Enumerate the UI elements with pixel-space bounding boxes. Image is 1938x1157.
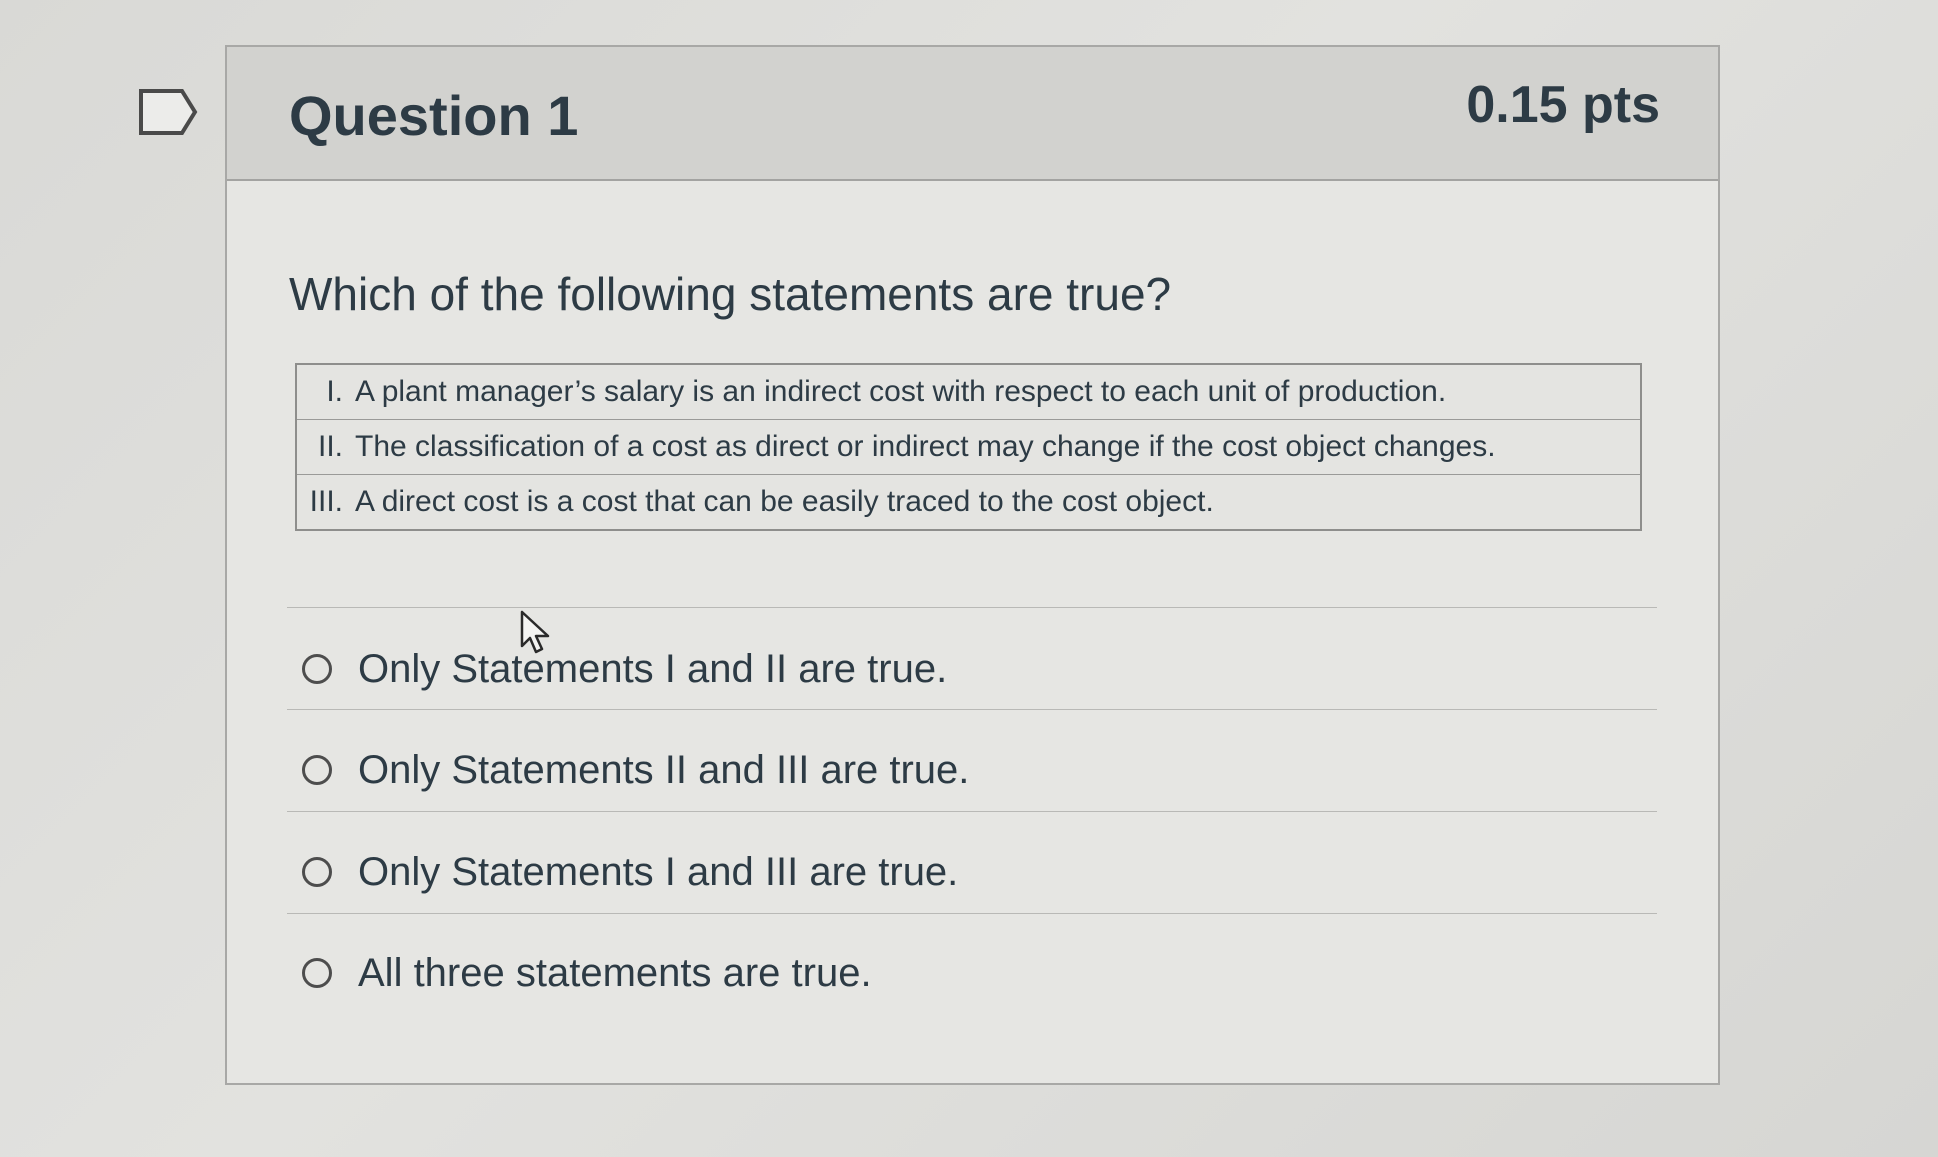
answer-option-4[interactable]: All three statements are true.	[302, 941, 872, 1005]
statement-text: A direct cost is a cost that can be easi…	[349, 474, 1642, 531]
answer-divider	[287, 811, 1657, 812]
question-header: Question 1 0.15 pts	[227, 47, 1718, 181]
answer-option-1[interactable]: Only Statements I and II are true.	[302, 637, 947, 701]
answer-label[interactable]: Only Statements I and III are true.	[358, 850, 958, 895]
question-card: Question 1 0.15 pts Which of the followi…	[225, 45, 1720, 1085]
statement-numeral: I.	[295, 363, 349, 420]
statement-row: I. A plant manager’s salary is an indire…	[295, 363, 1642, 420]
statements-table: I. A plant manager’s salary is an indire…	[295, 363, 1642, 531]
flag-question-icon[interactable]	[138, 88, 198, 136]
statement-row: II. The classification of a cost as dire…	[295, 419, 1642, 475]
answer-divider	[287, 709, 1657, 710]
radio-button[interactable]	[302, 857, 332, 887]
statement-row: III. A direct cost is a cost that can be…	[295, 474, 1642, 531]
answer-label[interactable]: Only Statements I and II are true.	[358, 647, 947, 692]
statement-numeral: III.	[295, 474, 349, 531]
answer-option-3[interactable]: Only Statements I and III are true.	[302, 840, 958, 904]
answer-divider	[287, 913, 1657, 914]
statement-text: The classification of a cost as direct o…	[349, 419, 1642, 475]
answer-label[interactable]: Only Statements II and III are true.	[358, 748, 969, 793]
answer-label[interactable]: All three statements are true.	[358, 951, 872, 996]
answer-option-2[interactable]: Only Statements II and III are true.	[302, 738, 969, 802]
question-title: Question 1	[289, 84, 579, 147]
statement-text: A plant manager’s salary is an indirect …	[349, 363, 1642, 420]
radio-button[interactable]	[302, 654, 332, 684]
radio-button[interactable]	[302, 958, 332, 988]
radio-button[interactable]	[302, 755, 332, 785]
question-points: 0.15 pts	[1466, 76, 1660, 134]
statement-numeral: II.	[295, 419, 349, 475]
answer-divider	[287, 607, 1657, 608]
question-prompt: Which of the following statements are tr…	[289, 268, 1172, 320]
mouse-pointer-icon	[520, 610, 550, 654]
